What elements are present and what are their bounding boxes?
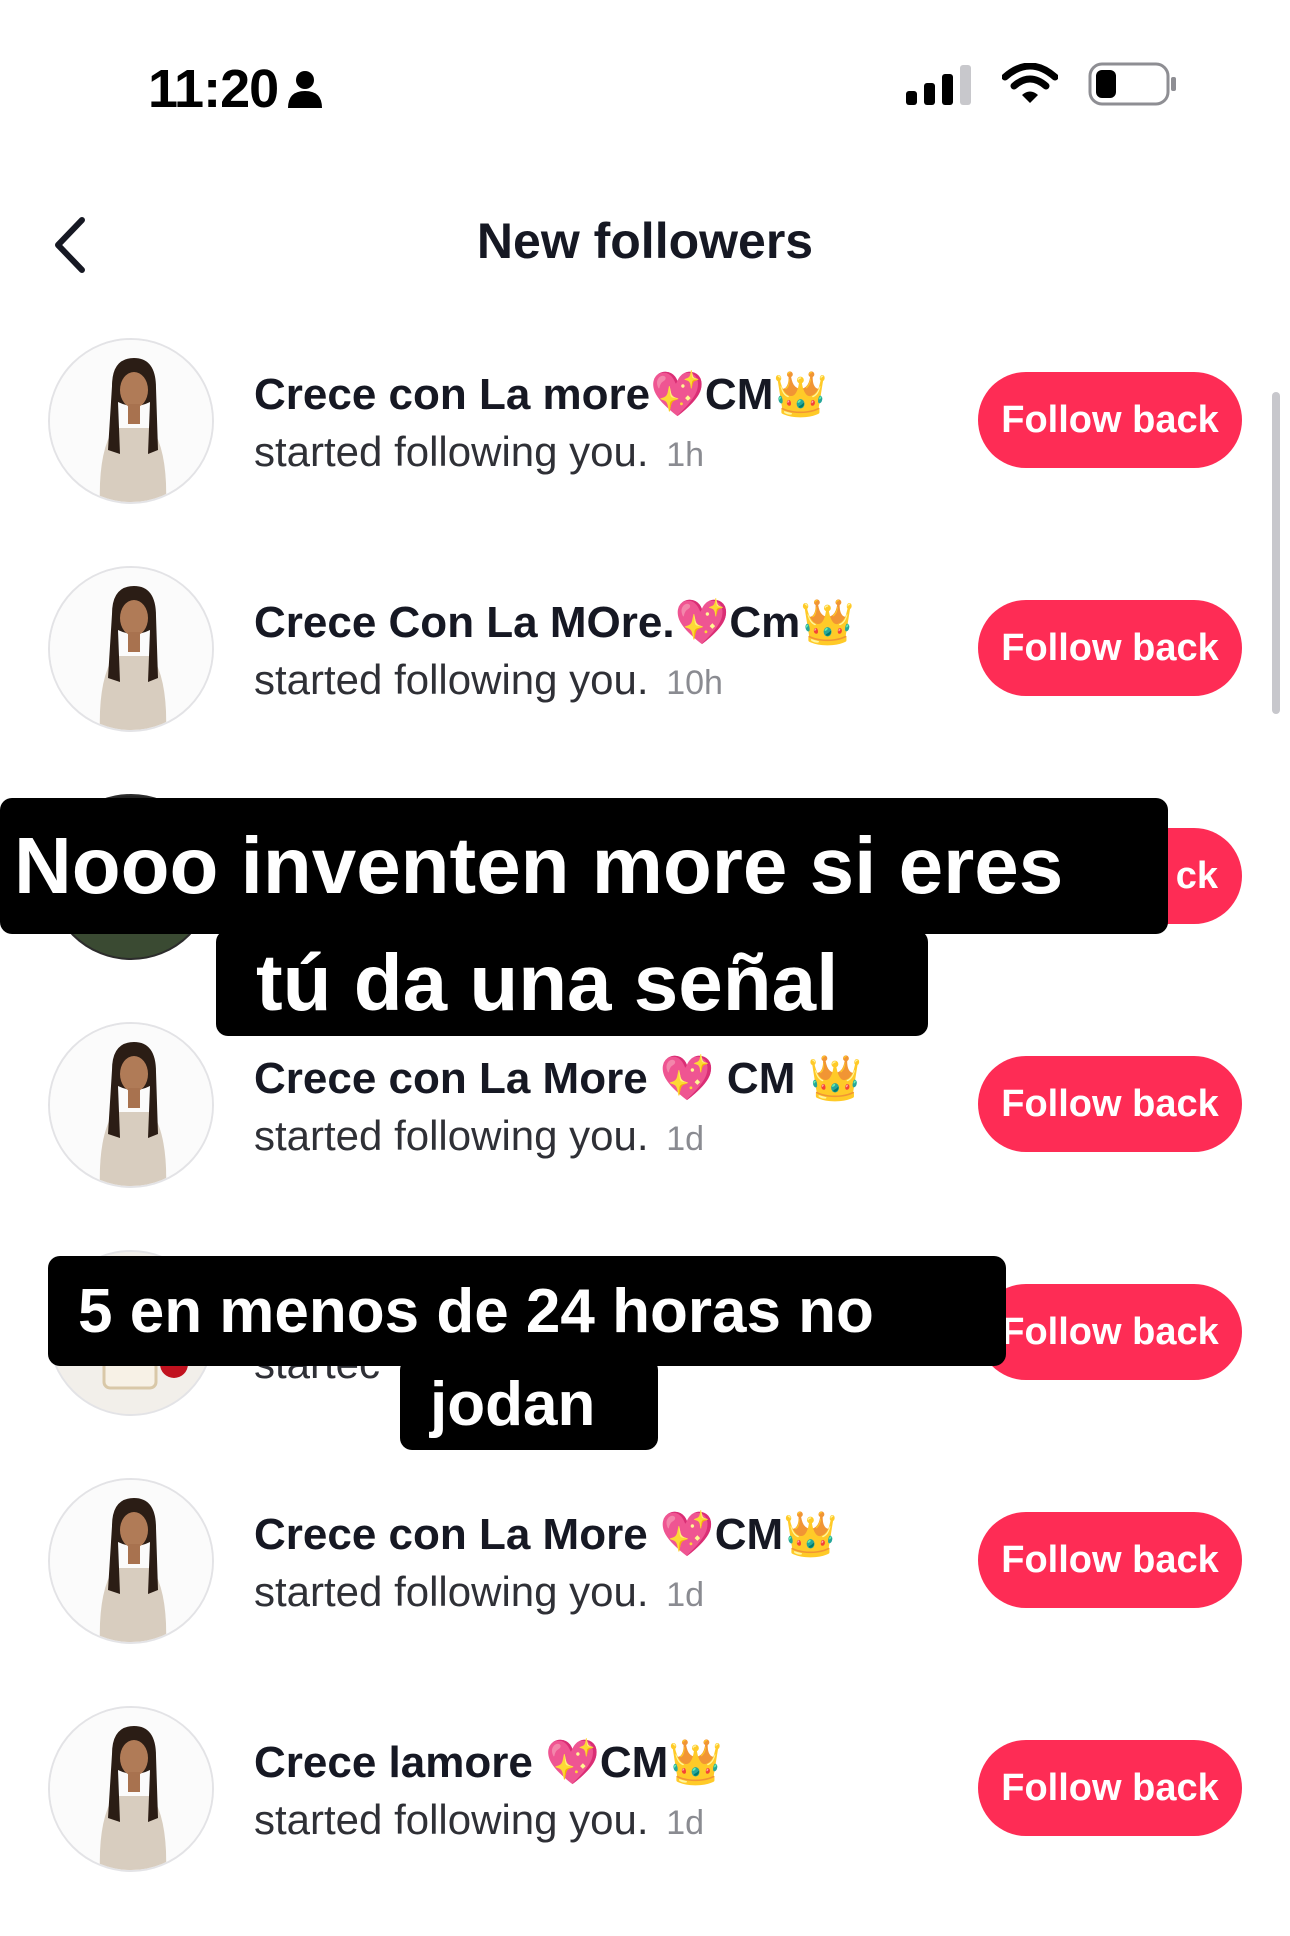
follower-row[interactable]: Crece con La More 💖 CM 👑 started followi… bbox=[0, 1022, 1290, 1252]
follower-activity: started following you. 1d bbox=[254, 1796, 704, 1844]
activity-time: 1h bbox=[666, 436, 705, 474]
follower-activity: started following you. 10h bbox=[254, 656, 723, 704]
activity-time: 1d bbox=[666, 1120, 705, 1158]
battery-icon bbox=[1088, 62, 1176, 106]
follow-back-button[interactable]: Follow back bbox=[978, 372, 1242, 468]
profile-photo[interactable] bbox=[48, 566, 214, 732]
caption-line: jodan bbox=[400, 1358, 658, 1450]
activity-time: 10h bbox=[666, 664, 723, 702]
caption-line: tú da una señal bbox=[216, 930, 928, 1036]
follower-activity: started following you. 1h bbox=[254, 428, 704, 476]
follower-name[interactable]: Crece con La more💖CM👑 bbox=[254, 368, 828, 420]
follow-back-button[interactable]: Follow back bbox=[978, 1284, 1242, 1380]
follow-back-button[interactable]: Follow back bbox=[978, 1740, 1242, 1836]
follower-name[interactable]: Crece lamore 💖CM👑 bbox=[254, 1736, 723, 1788]
profile-photo[interactable] bbox=[48, 1706, 214, 1872]
person-icon bbox=[288, 71, 323, 108]
activity-text: started following you. bbox=[254, 1112, 649, 1159]
follower-row[interactable]: Crece lamore 💖CM👑 started following you.… bbox=[0, 1706, 1290, 1936]
activity-time: 1d bbox=[666, 1576, 705, 1614]
profile-photo[interactable] bbox=[48, 1478, 214, 1644]
caption-line: Nooo inventen more si eres bbox=[0, 798, 1168, 934]
activity-text: started following you. bbox=[254, 428, 649, 475]
activity-text: started following you. bbox=[254, 656, 649, 703]
status-bar-indicators bbox=[906, 62, 1178, 106]
follower-row[interactable]: Crece Con La MOre.💖Cm👑 started following… bbox=[0, 566, 1290, 796]
activity-time: 1d bbox=[666, 1804, 705, 1842]
follower-name[interactable]: Crece con La More 💖 CM 👑 bbox=[254, 1052, 862, 1104]
follower-name[interactable]: Crece con La More 💖CM👑 bbox=[254, 1508, 838, 1560]
scrollbar[interactable] bbox=[1272, 392, 1280, 714]
follow-back-button[interactable]: Follow back bbox=[978, 1056, 1242, 1152]
wifi-icon bbox=[1002, 63, 1058, 103]
follower-activity: started following you. 1d bbox=[254, 1112, 704, 1160]
time-text: 11:20 bbox=[148, 59, 279, 119]
activity-text: started following you. bbox=[254, 1568, 649, 1615]
profile-photo[interactable] bbox=[48, 338, 214, 504]
follow-back-button[interactable]: Follow back bbox=[978, 600, 1242, 696]
activity-text: started following you. bbox=[254, 1796, 649, 1843]
caption-line: 5 en menos de 24 horas no bbox=[48, 1256, 1006, 1366]
follower-row[interactable]: Crece con La more💖CM👑 started following … bbox=[0, 338, 1290, 568]
follower-row[interactable]: Crece con La More 💖CM👑 started following… bbox=[0, 1478, 1290, 1708]
follow-back-button[interactable]: Follow back bbox=[978, 1512, 1242, 1608]
signal-icon bbox=[906, 65, 971, 105]
status-bar-time: 11:20 bbox=[148, 58, 323, 120]
follower-activity: started following you. 1d bbox=[254, 1568, 704, 1616]
follower-name[interactable]: Crece Con La MOre.💖Cm👑 bbox=[254, 596, 855, 648]
page-title: New followers bbox=[476, 213, 814, 269]
profile-photo[interactable] bbox=[48, 1022, 214, 1188]
